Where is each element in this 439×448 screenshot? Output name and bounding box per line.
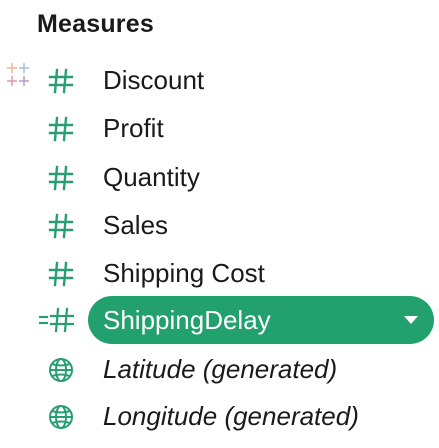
calculated-hash-icon <box>38 307 75 333</box>
field-discount[interactable]: Discount <box>0 57 439 105</box>
hash-icon <box>48 68 74 94</box>
field-label: Quantity <box>103 162 200 192</box>
field-quantity[interactable]: Quantity <box>0 154 439 202</box>
hash-icon <box>48 213 74 239</box>
field-profit[interactable]: Profit <box>0 105 439 153</box>
field-latitude-generated[interactable]: Latitude (generated) <box>0 346 439 394</box>
selected-field-pill[interactable]: ShippingDelay <box>88 296 434 344</box>
hash-icon <box>48 261 74 287</box>
field-label: Profit <box>103 113 164 143</box>
data-pane-measures: Measures Discount Profit Quantity Sales … <box>0 0 439 448</box>
hash-icon <box>48 116 74 142</box>
measures-header: Measures <box>37 10 154 38</box>
globe-icon <box>49 358 73 382</box>
field-label: Discount <box>103 65 205 95</box>
globe-icon <box>49 405 73 429</box>
field-label: ShippingDelay <box>103 305 271 335</box>
field-label: Sales <box>103 210 169 240</box>
field-label: Longitude (generated) <box>103 401 359 431</box>
field-sales[interactable]: Sales <box>0 202 439 250</box>
field-label: Latitude (generated) <box>103 354 338 384</box>
field-label: Shipping Cost <box>103 258 265 288</box>
field-longitude-generated[interactable]: Longitude (generated) <box>0 393 439 441</box>
field-shipping-cost[interactable]: Shipping Cost <box>0 250 439 298</box>
hash-icon <box>48 165 74 191</box>
dropdown-caret-icon[interactable] <box>404 316 418 324</box>
